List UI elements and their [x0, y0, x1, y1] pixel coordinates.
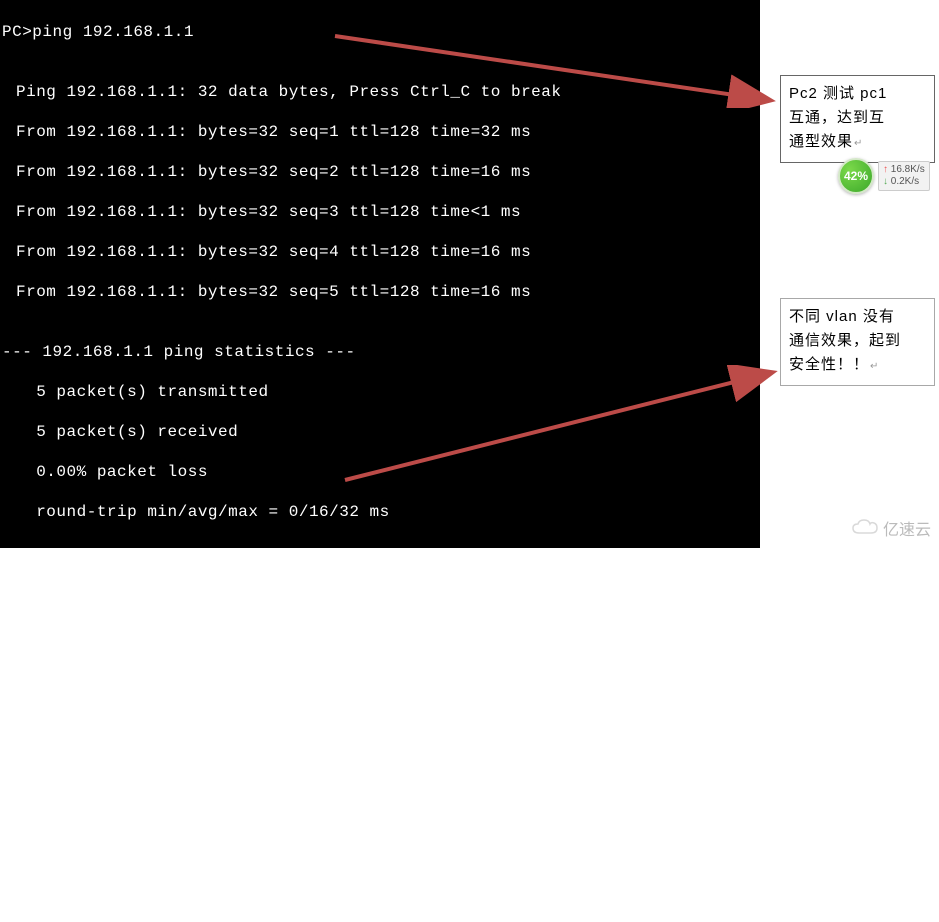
terminal-line: From 192.168.1.2: Destination host unrea… — [16, 822, 756, 842]
cursor-mark: ↵ — [870, 361, 879, 372]
terminal-line: From 192.168.1.2: Destination host unrea… — [16, 782, 756, 802]
terminal-line: From 192.168.1.1: bytes=32 seq=3 ttl=128… — [16, 202, 756, 222]
terminal-line: From 192.168.1.1: bytes=32 seq=4 ttl=128… — [16, 242, 756, 262]
terminal-line: round-trip min/avg/max = 0/16/32 ms — [16, 502, 756, 522]
network-upload-speed: 16.8K/s — [883, 164, 925, 176]
terminal-line: 0.00% packet loss — [16, 462, 756, 482]
terminal-ping2-header: Ping 192.168.1.3: 32 data bytes, Press C… — [16, 622, 756, 642]
annotation-text: 安全性！！ — [789, 356, 869, 373]
terminal-window[interactable]: PC>ping 192.168.1.1 Ping 192.168.1.1: 32… — [0, 0, 760, 548]
annotation-text: 不同 vlan 没有 — [789, 308, 895, 325]
network-percent-value: 42% — [844, 169, 868, 183]
cursor-mark: ↵ — [854, 138, 863, 149]
annotation-text: 通信效果，起到 — [789, 332, 901, 349]
annotation-text: Pc2 测试 pc1 — [789, 85, 887, 102]
terminal-ping1-header: Ping 192.168.1.1: 32 data bytes, Press C… — [16, 82, 756, 102]
terminal-prompt: PC>ping 192.168.1.3 — [2, 562, 756, 582]
terminal-line: From 192.168.1.2: Destination host unrea… — [16, 742, 756, 762]
terminal-stats-header: --- 192.168.1.1 ping statistics --- — [2, 342, 756, 362]
annotation-box-ping-success: Pc2 测试 pc1 互通，达到互 通型效果↵ — [780, 75, 935, 163]
watermark: 亿速云 — [851, 516, 931, 540]
terminal-line: From 192.168.1.2: Destination host unrea… — [16, 662, 756, 682]
annotation-text: 通型效果 — [789, 133, 853, 150]
terminal-line: From 192.168.1.1: bytes=32 seq=5 ttl=128… — [16, 282, 756, 302]
annotation-box-vlan-block: 不同 vlan 没有 通信效果，起到 安全性！！↵ — [780, 298, 935, 386]
watermark-text: 亿速云 — [883, 516, 931, 540]
network-percent-badge: 42% — [838, 158, 874, 194]
network-download-speed: 0.2K/s — [883, 176, 925, 188]
terminal-line: From 192.168.1.2: Destination host unrea… — [16, 702, 756, 722]
cloud-icon — [851, 519, 879, 537]
terminal-line: 5 packet(s) received — [16, 422, 756, 442]
annotation-text: 互通，达到互 — [789, 109, 885, 126]
network-monitor-badge[interactable]: 42% 16.8K/s 0.2K/s — [838, 158, 930, 194]
terminal-stats-header: --- 192.168.1.3 ping statistics --- — [2, 882, 756, 902]
terminal-line: From 192.168.1.1: bytes=32 seq=1 ttl=128… — [16, 122, 756, 142]
terminal-line: 5 packet(s) transmitted — [16, 382, 756, 402]
terminal-line: From 192.168.1.1: bytes=32 seq=2 ttl=128… — [16, 162, 756, 182]
terminal-prompt: PC>ping 192.168.1.1 — [2, 22, 756, 42]
network-speed-stats: 16.8K/s 0.2K/s — [878, 161, 930, 191]
